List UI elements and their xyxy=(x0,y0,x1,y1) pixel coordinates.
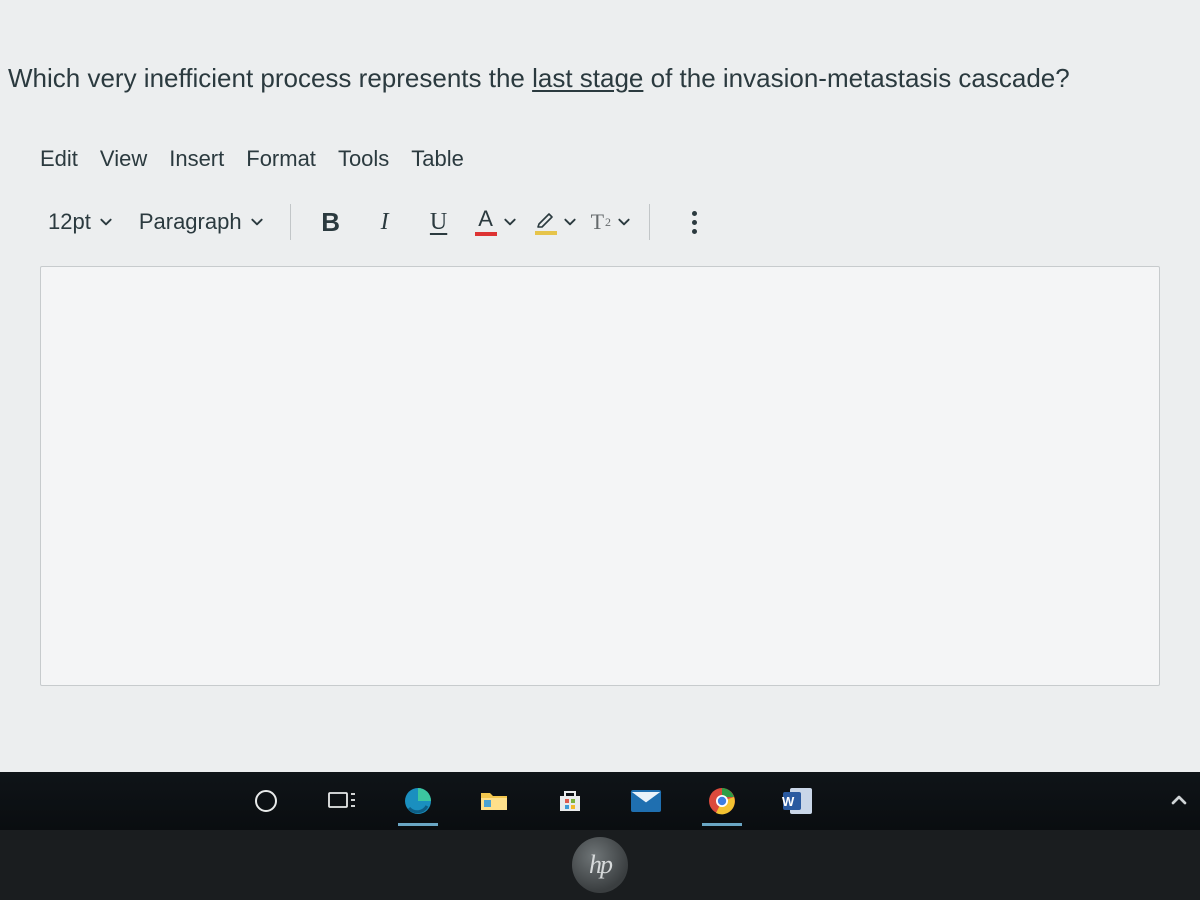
microsoft-store-icon[interactable] xyxy=(544,778,596,824)
question-post: of the invasion-metastasis cascade? xyxy=(643,63,1069,93)
menu-format[interactable]: Format xyxy=(246,146,316,172)
toolbar-divider xyxy=(290,204,291,240)
hp-logo-text: hp xyxy=(589,850,611,880)
editor-toolbar: 12pt Paragraph B I U A xyxy=(30,186,1170,260)
chevron-down-icon xyxy=(503,215,517,229)
file-explorer-icon[interactable] xyxy=(468,778,520,824)
menu-table[interactable]: Table xyxy=(411,146,464,172)
menu-edit[interactable]: Edit xyxy=(40,146,78,172)
dot-icon xyxy=(692,229,697,234)
dot-icon xyxy=(692,211,697,216)
menu-insert[interactable]: Insert xyxy=(169,146,224,172)
cortana-circle-icon[interactable] xyxy=(240,778,292,824)
task-view-icon[interactable] xyxy=(316,778,368,824)
italic-button[interactable]: I xyxy=(363,202,407,242)
dot-icon xyxy=(692,220,697,225)
toolbar-divider xyxy=(649,204,650,240)
bold-button[interactable]: B xyxy=(309,202,353,242)
editor-menubar: Edit View Insert Format Tools Table xyxy=(30,136,1170,186)
word-icon[interactable]: W xyxy=(772,778,824,824)
mail-icon[interactable] xyxy=(620,778,672,824)
chevron-down-icon xyxy=(250,215,264,229)
chrome-icon[interactable] xyxy=(696,778,748,824)
tray-expand-chevron[interactable] xyxy=(1170,791,1188,814)
superscript-base: T xyxy=(591,209,604,235)
editor-textarea[interactable] xyxy=(40,266,1160,686)
hp-logo: hp xyxy=(572,837,628,893)
text-color-letter: A xyxy=(478,208,493,230)
rich-text-editor: Edit View Insert Format Tools Table 12pt… xyxy=(0,136,1200,686)
question-pre: Which very inefficient process represent… xyxy=(8,63,532,93)
superscript-exp: 2 xyxy=(605,215,611,230)
superscript-button[interactable]: T 2 xyxy=(591,209,631,235)
highlight-color-button[interactable] xyxy=(531,205,581,239)
menu-tools[interactable]: Tools xyxy=(338,146,389,172)
underline-button[interactable]: U xyxy=(417,202,461,242)
question-text: Which very inefficient process represent… xyxy=(0,60,1200,136)
word-badge-letter: W xyxy=(782,794,794,809)
block-format-value: Paragraph xyxy=(139,209,242,235)
text-color-button[interactable]: A xyxy=(471,204,521,240)
font-size-dropdown[interactable]: 12pt xyxy=(40,205,121,239)
chevron-down-icon xyxy=(99,215,113,229)
highlight-swatch xyxy=(535,231,557,235)
laptop-bezel: hp xyxy=(0,830,1200,900)
menu-view[interactable]: View xyxy=(100,146,147,172)
windows-taskbar: W xyxy=(0,772,1200,830)
marker-icon xyxy=(535,209,557,229)
chevron-down-icon xyxy=(617,215,631,229)
edge-browser-icon[interactable] xyxy=(392,778,444,824)
text-color-swatch xyxy=(475,232,497,236)
question-underlined: last stage xyxy=(532,63,643,93)
more-options-button[interactable] xyxy=(682,205,707,240)
font-size-value: 12pt xyxy=(48,209,91,235)
chevron-down-icon xyxy=(563,215,577,229)
block-format-dropdown[interactable]: Paragraph xyxy=(131,205,272,239)
